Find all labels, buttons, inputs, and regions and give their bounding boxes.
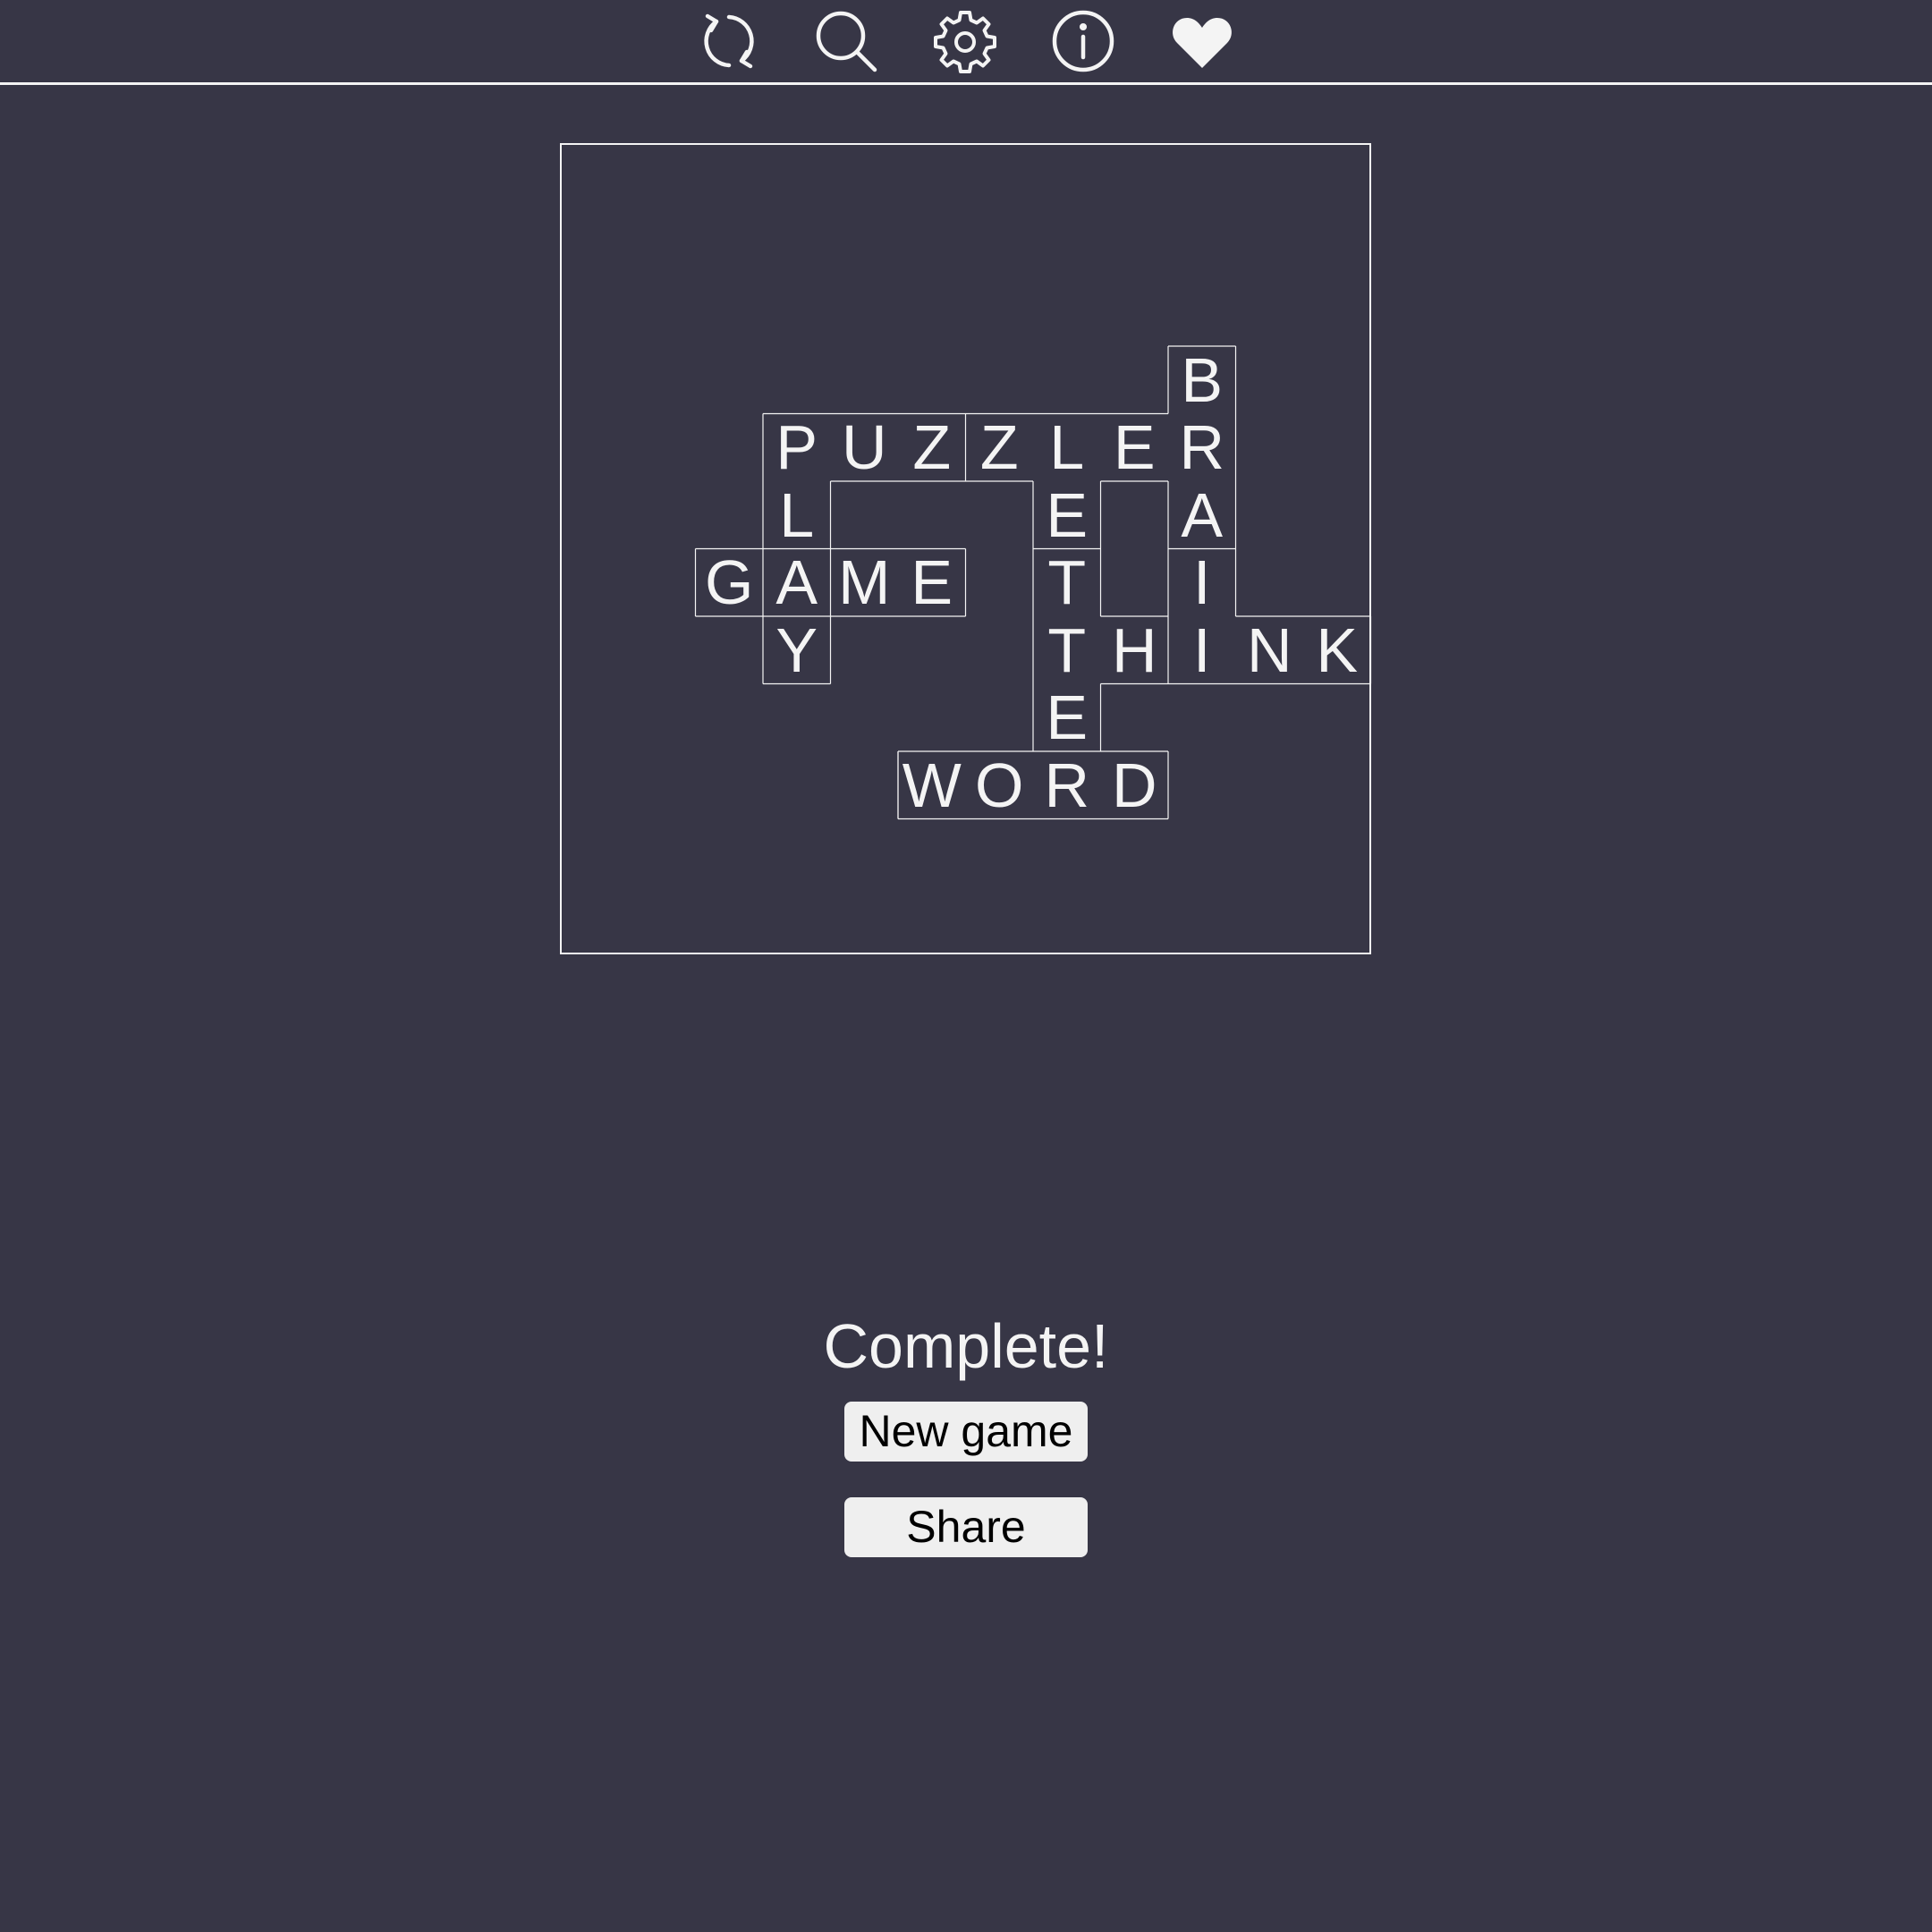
puzzle-board: BRAIPUZZLELEGAMETYTHINKEWORD xyxy=(560,143,1372,954)
board-outline xyxy=(694,345,1372,820)
refresh-icon[interactable] xyxy=(695,7,763,75)
letter-tile[interactable]: O xyxy=(966,751,1034,819)
letter-tile[interactable]: M xyxy=(831,549,899,617)
letter-tile[interactable]: E xyxy=(1033,684,1101,752)
letter-tile[interactable]: G xyxy=(696,549,764,617)
letter-tile[interactable]: A xyxy=(763,549,831,617)
letter-tile[interactable]: L xyxy=(1033,414,1101,482)
share-button[interactable]: Share xyxy=(844,1497,1088,1557)
letter-tile[interactable]: R xyxy=(1033,751,1101,819)
letter-tile[interactable]: H xyxy=(1101,616,1169,684)
toolbar xyxy=(0,0,1932,85)
search-icon[interactable] xyxy=(812,7,880,75)
letter-tile[interactable]: A xyxy=(1168,481,1236,549)
letter-tile[interactable]: I xyxy=(1168,616,1236,684)
letter-tile[interactable]: N xyxy=(1236,616,1304,684)
letter-tile[interactable]: K xyxy=(1303,616,1371,684)
letter-tile[interactable]: E xyxy=(898,549,966,617)
letter-tile[interactable]: Y xyxy=(763,616,831,684)
letter-tile[interactable]: L xyxy=(763,481,831,549)
letter-tile[interactable]: T xyxy=(1033,549,1101,617)
new-game-button[interactable]: New game xyxy=(844,1402,1088,1462)
completion-message: Complete! xyxy=(823,1311,1109,1381)
letter-tile[interactable]: Z xyxy=(898,414,966,482)
letter-tile[interactable]: E xyxy=(1033,481,1101,549)
letter-tile[interactable]: W xyxy=(898,751,966,819)
letter-tile[interactable]: P xyxy=(763,414,831,482)
letter-tile[interactable]: Z xyxy=(966,414,1034,482)
info-icon[interactable] xyxy=(1049,7,1117,75)
gear-icon[interactable] xyxy=(931,7,999,75)
letter-tile[interactable]: E xyxy=(1101,414,1169,482)
heart-icon[interactable] xyxy=(1168,7,1236,75)
letter-tile[interactable]: D xyxy=(1101,751,1169,819)
letter-tile[interactable]: T xyxy=(1033,616,1101,684)
letter-tile[interactable]: B xyxy=(1168,346,1236,414)
letter-tile[interactable]: I xyxy=(1168,549,1236,617)
letter-tile[interactable]: R xyxy=(1168,414,1236,482)
letter-tile[interactable]: U xyxy=(831,414,899,482)
